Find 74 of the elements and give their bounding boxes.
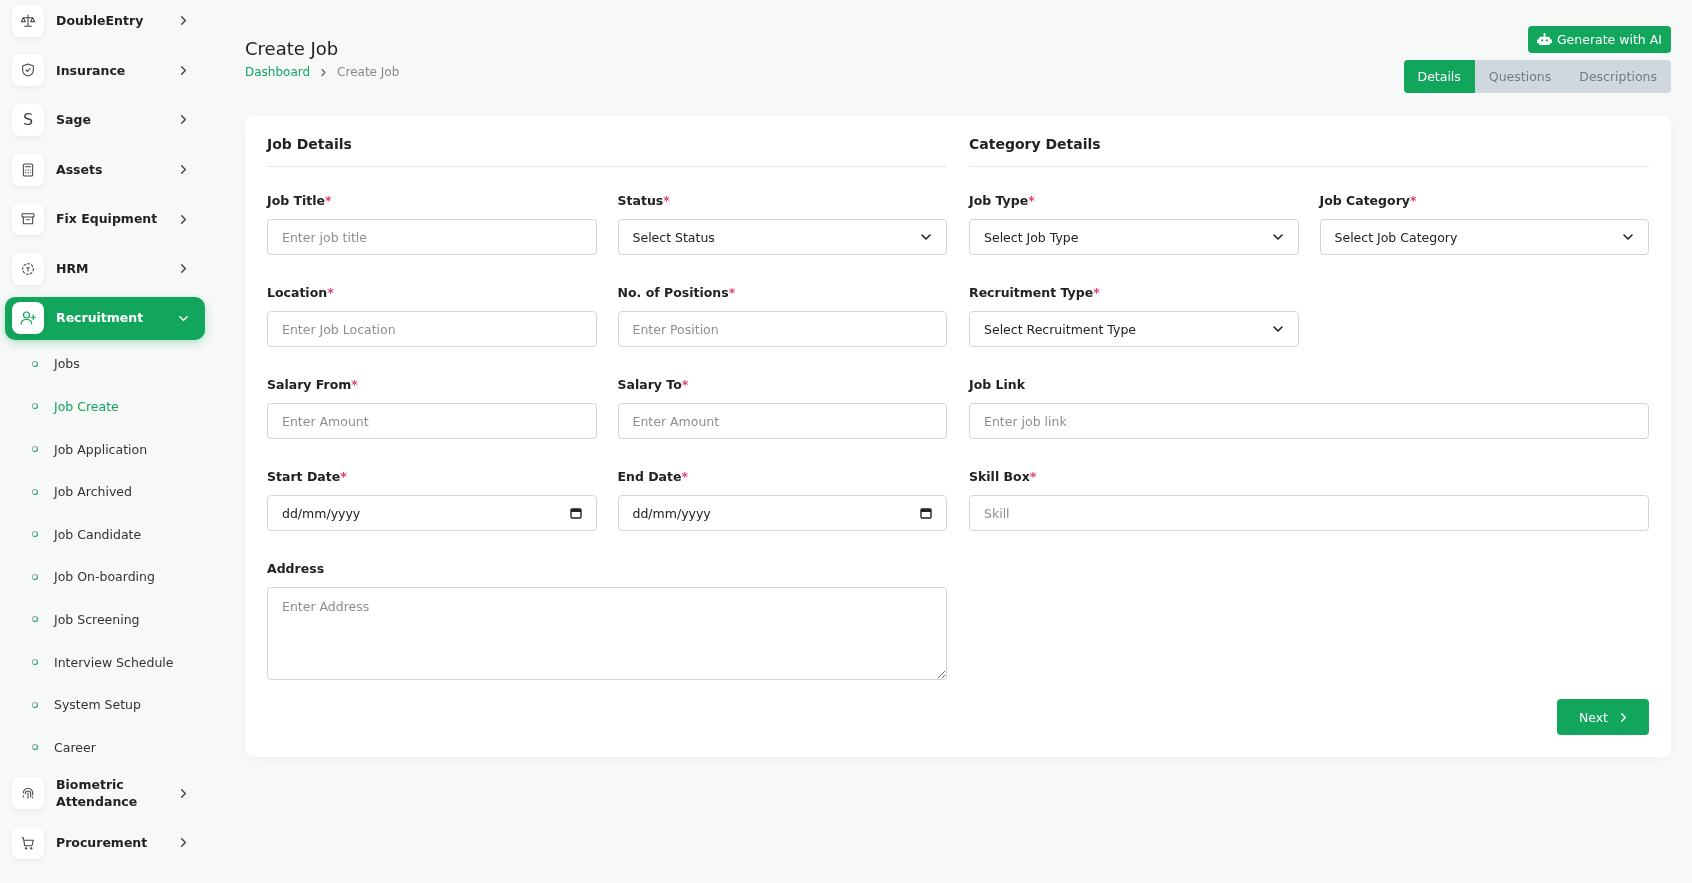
field-label: Location* [267,285,335,300]
sidebar-item[interactable]: HRM [5,243,205,294]
submenu-item[interactable]: Career [5,725,215,769]
cart-icon [12,826,44,859]
calendar-icon [569,507,582,519]
sidebar-item[interactable]: Procurement [5,818,205,868]
user-plus-icon [12,302,44,335]
field-label: Job Type* [969,193,1036,208]
sidebar-item[interactable]: Assets [5,144,205,195]
field-label: Address [267,561,326,576]
chevron-down-icon [1271,231,1284,243]
page-title: Create Job [245,38,340,59]
submenu-item[interactable]: Job Screening [5,598,215,641]
robot-icon [1536,33,1552,46]
sidebar-item[interactable]: Biometric Attendance [5,768,205,819]
chevron-right-icon [178,787,189,799]
calendar-icon [920,507,932,519]
submenu-item[interactable]: Job Application [5,427,215,471]
scale-icon [12,4,44,37]
select-field[interactable]: Select Recruitment Type [969,311,1299,347]
field-label: Start Date* [267,469,348,484]
chevron-right-icon [178,164,189,176]
chevron-right-icon [178,114,189,126]
input-field[interactable]: Enter job title [267,219,597,255]
input-field[interactable]: Enter Amount [267,403,597,439]
field-label: Job Category* [1319,193,1418,208]
shield-icon [12,54,44,87]
sidebar-item[interactable]: DoubleEntry [5,0,205,46]
field-label: Skill Box* [969,469,1038,484]
date-field[interactable]: dd/mm/yyyy [267,495,597,531]
input-field[interactable]: Enter Job Location [267,311,597,347]
letter-icon: S [12,104,44,136]
field-label: Recruitment Type* [969,285,1101,300]
chevron-right-icon [178,263,189,275]
input-field[interactable]: Enter Position [617,311,947,347]
archive-icon [12,203,44,236]
submenu-item[interactable]: Job Candidate [5,512,215,556]
field-label: Salary To* [617,377,690,392]
chevron-down-icon [920,231,932,243]
field-label: End Date* [617,469,690,484]
submenu-item[interactable]: Interview Schedule [5,640,215,684]
chevron-down-icon [1271,323,1284,335]
field-label: Job Title* [267,193,333,208]
submenu-item[interactable]: System Setup [5,683,215,726]
sidebar-item[interactable]: Fix Equipment [5,194,205,244]
chevron-right-icon [319,67,329,77]
submenu-item[interactable]: Job Archived [5,470,215,513]
chevron-right-icon [178,15,189,27]
submenu-item[interactable]: Jobs [5,342,215,386]
section-title: Job Details [267,136,947,167]
field-label: No. of Positions* [617,285,737,300]
calculator-icon [12,153,44,186]
text-area[interactable]: Enter Address [267,587,947,680]
input-field[interactable]: Enter Amount [617,403,947,439]
chevron-right-icon [1618,711,1629,723]
select-field[interactable]: Select Job Type [969,219,1299,255]
sidebar-item[interactable]: Insurance [5,45,205,96]
input-field[interactable]: Skill [969,495,1649,531]
section-title: Category Details [969,136,1649,167]
breadcrumb-current: Create Job [337,65,400,79]
chevron-right-icon [178,837,189,849]
date-field[interactable]: dd/mm/yyyy [617,495,947,531]
chevron-right-icon [178,64,189,76]
sidebar-item[interactable]: S Sage [5,95,205,145]
chevron-down-icon [1622,231,1634,243]
input-field[interactable]: Enter job link [969,403,1649,439]
submenu-item[interactable]: Job On-boarding [5,555,215,599]
select-field[interactable]: Select Job Category [1319,219,1649,255]
fingerprint-icon [12,777,44,810]
field-label: Salary From* [267,377,359,392]
select-field[interactable]: Select Status [617,219,947,255]
chevron-right-icon [178,213,189,225]
field-label: Status* [617,193,671,208]
field-label: Job Link [969,377,1026,392]
